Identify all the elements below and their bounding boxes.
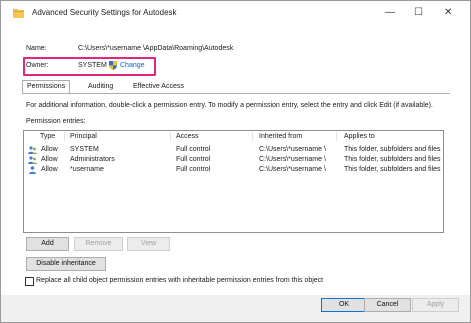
row-type: Allow bbox=[41, 156, 58, 163]
disable-inheritance-button[interactable]: Disable inheritance bbox=[26, 257, 106, 271]
replace-permissions-checkbox[interactable] bbox=[25, 277, 34, 286]
column-header-access[interactable]: Access bbox=[176, 131, 199, 142]
owner-label: Owner: bbox=[26, 62, 49, 69]
dialog-footer: OK Cancel Apply bbox=[1, 295, 470, 322]
row-type: Allow bbox=[41, 166, 58, 173]
column-separator bbox=[252, 132, 253, 141]
permission-entries-label: Permission entries: bbox=[26, 118, 86, 125]
column-separator bbox=[64, 132, 65, 141]
row-access: Full control bbox=[176, 146, 211, 153]
row-principal: Administrators bbox=[70, 156, 115, 163]
table-row[interactable]: Allow Administrators Full control C:\Use… bbox=[24, 155, 443, 165]
name-value: C:\Users\*username \AppData\Roaming\Auto… bbox=[78, 45, 234, 52]
row-applies-to: This folder, subfolders and files bbox=[344, 146, 441, 153]
column-separator bbox=[170, 132, 171, 141]
title-bar: Advanced Security Settings for Autodesk … bbox=[1, 1, 470, 27]
column-header-applies-to[interactable]: Applies to bbox=[344, 131, 375, 142]
tab-permissions[interactable]: Permissions bbox=[22, 80, 71, 94]
row-inherited-from: C:\Users\*username \ bbox=[259, 146, 326, 153]
owner-value: SYSTEM bbox=[78, 62, 107, 69]
close-button[interactable]: ✕ bbox=[444, 8, 452, 18]
cancel-button[interactable]: Cancel bbox=[364, 298, 411, 312]
tab-divider bbox=[22, 93, 450, 94]
ok-button[interactable]: OK bbox=[321, 298, 367, 312]
column-header-principal[interactable]: Principal bbox=[70, 131, 97, 142]
column-header-inherited-from[interactable]: Inherited from bbox=[259, 131, 302, 142]
replace-permissions-label: Replace all child object permission entr… bbox=[36, 277, 324, 284]
tab-effective-access[interactable]: Effective Access bbox=[129, 81, 188, 93]
row-principal: *username bbox=[70, 166, 104, 173]
row-inherited-from: C:\Users\*username \ bbox=[259, 156, 326, 163]
add-button[interactable]: Add bbox=[26, 237, 69, 251]
shield-icon bbox=[109, 61, 117, 70]
row-applies-to: This folder, subfolders and files bbox=[344, 166, 441, 173]
description-text: For additional information, double-click… bbox=[26, 102, 433, 109]
row-applies-to: This folder, subfolders and files bbox=[344, 156, 441, 163]
apply-button[interactable]: Apply bbox=[412, 298, 459, 312]
row-principal: SYSTEM bbox=[70, 146, 99, 153]
row-type: Allow bbox=[41, 146, 58, 153]
user-icon bbox=[29, 166, 36, 174]
name-label: Name: bbox=[26, 45, 47, 52]
folder-icon bbox=[13, 9, 24, 18]
permission-entries-list[interactable]: Type Principal Access Inherited from App… bbox=[23, 130, 444, 233]
users-icon bbox=[28, 146, 37, 154]
column-header-type[interactable]: Type bbox=[40, 131, 55, 142]
users-icon bbox=[28, 156, 37, 164]
view-button[interactable]: View bbox=[127, 237, 170, 251]
minimize-button[interactable]: — bbox=[385, 8, 395, 18]
maximize-button[interactable]: ☐ bbox=[414, 8, 423, 18]
security-settings-window: Advanced Security Settings for Autodesk … bbox=[0, 0, 471, 323]
row-access: Full control bbox=[176, 166, 211, 173]
change-owner-link[interactable]: Change bbox=[120, 62, 145, 69]
row-access: Full control bbox=[176, 156, 211, 163]
window-title: Advanced Security Settings for Autodesk bbox=[32, 8, 177, 17]
remove-button[interactable]: Remove bbox=[74, 237, 123, 251]
tab-auditing[interactable]: Auditing bbox=[84, 81, 117, 93]
row-inherited-from: C:\Users\*username \ bbox=[259, 166, 326, 173]
table-row[interactable]: Allow SYSTEM Full control C:\Users\*user… bbox=[24, 145, 443, 155]
table-row[interactable]: Allow *username Full control C:\Users\*u… bbox=[24, 165, 443, 175]
column-separator bbox=[336, 132, 337, 141]
